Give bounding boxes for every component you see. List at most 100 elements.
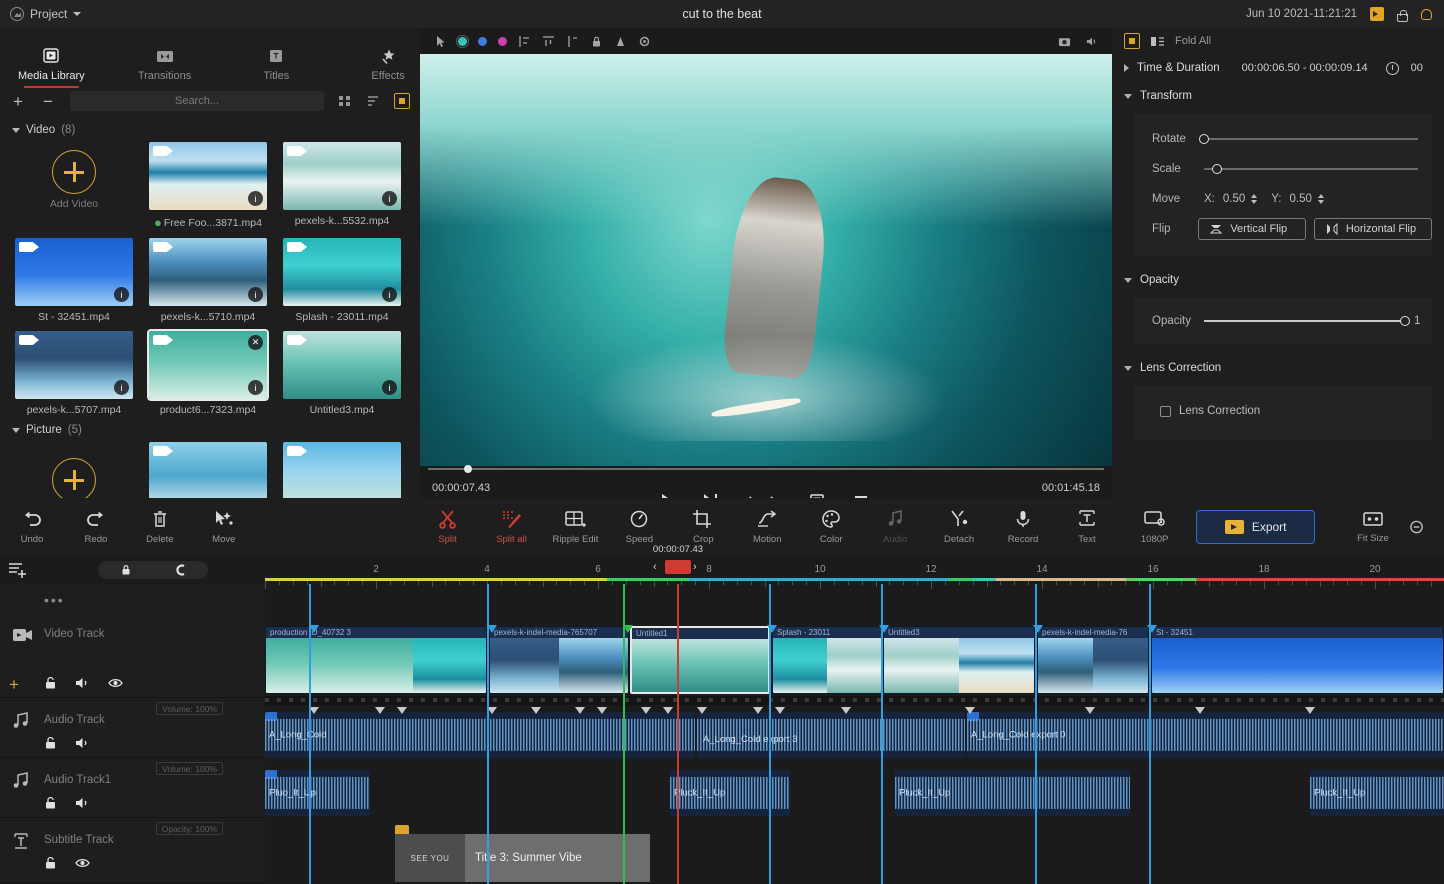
record-button[interactable]: Record xyxy=(991,509,1055,545)
add-media-button[interactable]: + xyxy=(10,93,26,110)
timeline-clip-selected[interactable]: Untitled1 xyxy=(630,626,770,694)
info-badge[interactable]: i xyxy=(382,287,397,302)
tab-transitions[interactable]: Transitions xyxy=(133,48,197,86)
audio-button[interactable]: Audio xyxy=(863,509,927,545)
opacity-section-header[interactable]: Opacity xyxy=(1112,266,1444,294)
timeline-audio-clip[interactable]: Pluck_It_Up xyxy=(670,770,790,816)
timeline-clip[interactable]: pexels-k-indel-media-765707 xyxy=(489,626,629,694)
mute-icon[interactable] xyxy=(75,736,90,750)
playhead-handle[interactable] xyxy=(665,560,691,574)
timeline-ruler[interactable]: 2 4 6 8 10 12 14 16 18 20 xyxy=(265,556,1444,584)
lock-icon[interactable] xyxy=(44,796,57,810)
volume-icon[interactable] xyxy=(1085,35,1098,48)
timeline-audio-clip[interactable]: Pluo_It_Up xyxy=(265,770,370,816)
text-button[interactable]: Text xyxy=(1055,509,1119,545)
add-track-button[interactable]: + xyxy=(9,676,19,693)
vertical-flip-button[interactable]: Vertical Flip xyxy=(1198,218,1306,240)
fold-all-label[interactable]: Fold All xyxy=(1175,35,1211,47)
add-picture-cell[interactable] xyxy=(8,442,140,498)
opacity-slider[interactable] xyxy=(1204,320,1408,322)
color-button[interactable]: Color xyxy=(799,509,863,545)
move-y-value[interactable]: 0.50 xyxy=(1290,193,1312,205)
move-x-value[interactable]: 0.50 xyxy=(1223,193,1245,205)
properties-toggle-icon[interactable] xyxy=(394,93,410,109)
timeline-audio-clip[interactable]: Pluck_It_Up xyxy=(1310,770,1444,816)
search-input[interactable]: Search... xyxy=(70,91,324,111)
media-item[interactable]: i St - 32451.mp4 xyxy=(8,238,140,323)
track-header-audio1[interactable]: Audio Track1 Volume: 100% xyxy=(0,758,265,818)
media-thumbnail[interactable]: i xyxy=(283,142,401,210)
grid-view-icon[interactable] xyxy=(338,94,352,108)
color-dot-magenta-icon[interactable] xyxy=(498,37,507,46)
media-item[interactable]: i Untitled3.mp4 xyxy=(276,331,408,416)
media-item[interactable]: ✕ i product6...7323.mp4 xyxy=(142,331,274,416)
remove-media-button[interactable]: − xyxy=(40,93,56,110)
snap-magnet-icon[interactable] xyxy=(175,564,187,576)
info-badge[interactable]: i xyxy=(248,380,263,395)
media-thumbnail[interactable] xyxy=(149,442,267,498)
undo-button[interactable]: Undo xyxy=(0,509,64,545)
track-header-video[interactable]: ••• Video Track + xyxy=(0,584,265,698)
media-thumbnail[interactable]: ✕ i xyxy=(149,331,267,399)
scale-slider-handle[interactable] xyxy=(1212,164,1222,174)
add-track-icon[interactable] xyxy=(8,561,28,579)
rotate-slider[interactable] xyxy=(1204,138,1418,140)
zoom-out-icon[interactable] xyxy=(1409,519,1424,535)
time-duration-section[interactable]: Time & Duration 00:00:06.50 - 00:00:09.1… xyxy=(1112,54,1444,82)
sort-icon[interactable] xyxy=(366,94,380,108)
section-header-picture[interactable]: Picture (5) xyxy=(8,416,420,442)
info-badge[interactable]: i xyxy=(382,191,397,206)
tab-media-library[interactable]: Media Library xyxy=(18,48,85,86)
media-item[interactable] xyxy=(142,442,274,498)
mute-icon[interactable] xyxy=(75,676,90,690)
tab-effects[interactable]: Effects xyxy=(356,48,420,86)
scrubber-handle[interactable] xyxy=(464,465,472,473)
media-item[interactable]: i Splash - 23011.mp4 xyxy=(276,238,408,323)
media-thumbnail[interactable]: i xyxy=(149,238,267,306)
timeline-clip[interactable]: production ID_40732 3 xyxy=(265,626,487,694)
align-distribute-icon[interactable] xyxy=(566,35,579,48)
move-button[interactable]: Move xyxy=(192,509,256,545)
timeline-clip[interactable]: pexels-k-indel-media-76 xyxy=(1037,626,1149,694)
lens-correction-row[interactable]: Lens Correction xyxy=(1134,396,1432,426)
lock-icon[interactable] xyxy=(44,856,57,870)
section-header-video[interactable]: Video (8) xyxy=(8,116,420,142)
snapshot-camera-icon[interactable] xyxy=(1058,35,1071,48)
move-x-stepper[interactable] xyxy=(1251,194,1257,204)
circle-icon[interactable] xyxy=(638,35,651,48)
timeline-audio-clip[interactable]: Pluck_It_Up xyxy=(895,770,1130,816)
export-icon[interactable] xyxy=(1370,7,1384,21)
step-back-icon[interactable]: ‹ xyxy=(653,561,657,573)
redo-button[interactable]: Redo xyxy=(64,509,128,545)
fit-size-button[interactable]: Fit Size xyxy=(1341,510,1405,544)
lock-icon[interactable] xyxy=(44,736,57,750)
add-video-cell[interactable]: Add Video xyxy=(8,142,140,230)
step-forward-icon[interactable]: › xyxy=(693,561,697,573)
media-item[interactable] xyxy=(276,442,408,498)
track-header-audio[interactable]: Audio Track Volume: 100% xyxy=(0,698,265,758)
preview-video[interactable] xyxy=(420,54,1112,466)
media-item[interactable]: i pexels-k...5532.mp4 xyxy=(276,142,408,230)
align-left-icon[interactable] xyxy=(518,35,531,48)
crop-button[interactable]: Crop xyxy=(671,509,735,545)
export-button[interactable]: Export xyxy=(1196,510,1315,544)
properties-panel-icon[interactable] xyxy=(1124,33,1140,49)
media-item[interactable]: i ●Free Foo...3871.mp4 xyxy=(142,142,274,230)
lens-correction-checkbox[interactable] xyxy=(1160,406,1171,417)
track-options-icon[interactable]: ••• xyxy=(44,592,65,608)
timeline-clip[interactable]: St - 32451 xyxy=(1151,626,1444,694)
bell-icon[interactable] xyxy=(1421,9,1432,20)
split-all-button[interactable]: Split all xyxy=(480,509,544,545)
resolution-button[interactable]: 1080P xyxy=(1119,509,1190,545)
speed-button[interactable]: Speed xyxy=(607,509,671,545)
media-item[interactable]: i pexels-k...5710.mp4 xyxy=(142,238,274,323)
delete-button[interactable]: Delete xyxy=(128,509,192,545)
media-thumbnail[interactable] xyxy=(283,442,401,498)
media-thumbnail[interactable]: i xyxy=(283,331,401,399)
lock-icon[interactable] xyxy=(590,35,603,48)
media-thumbnail[interactable]: i xyxy=(15,331,133,399)
motion-button[interactable]: Motion xyxy=(735,509,799,545)
transform-section-header[interactable]: Transform xyxy=(1112,82,1444,110)
lock-icon[interactable] xyxy=(1397,14,1408,22)
color-dot-blue-icon[interactable] xyxy=(478,37,487,46)
